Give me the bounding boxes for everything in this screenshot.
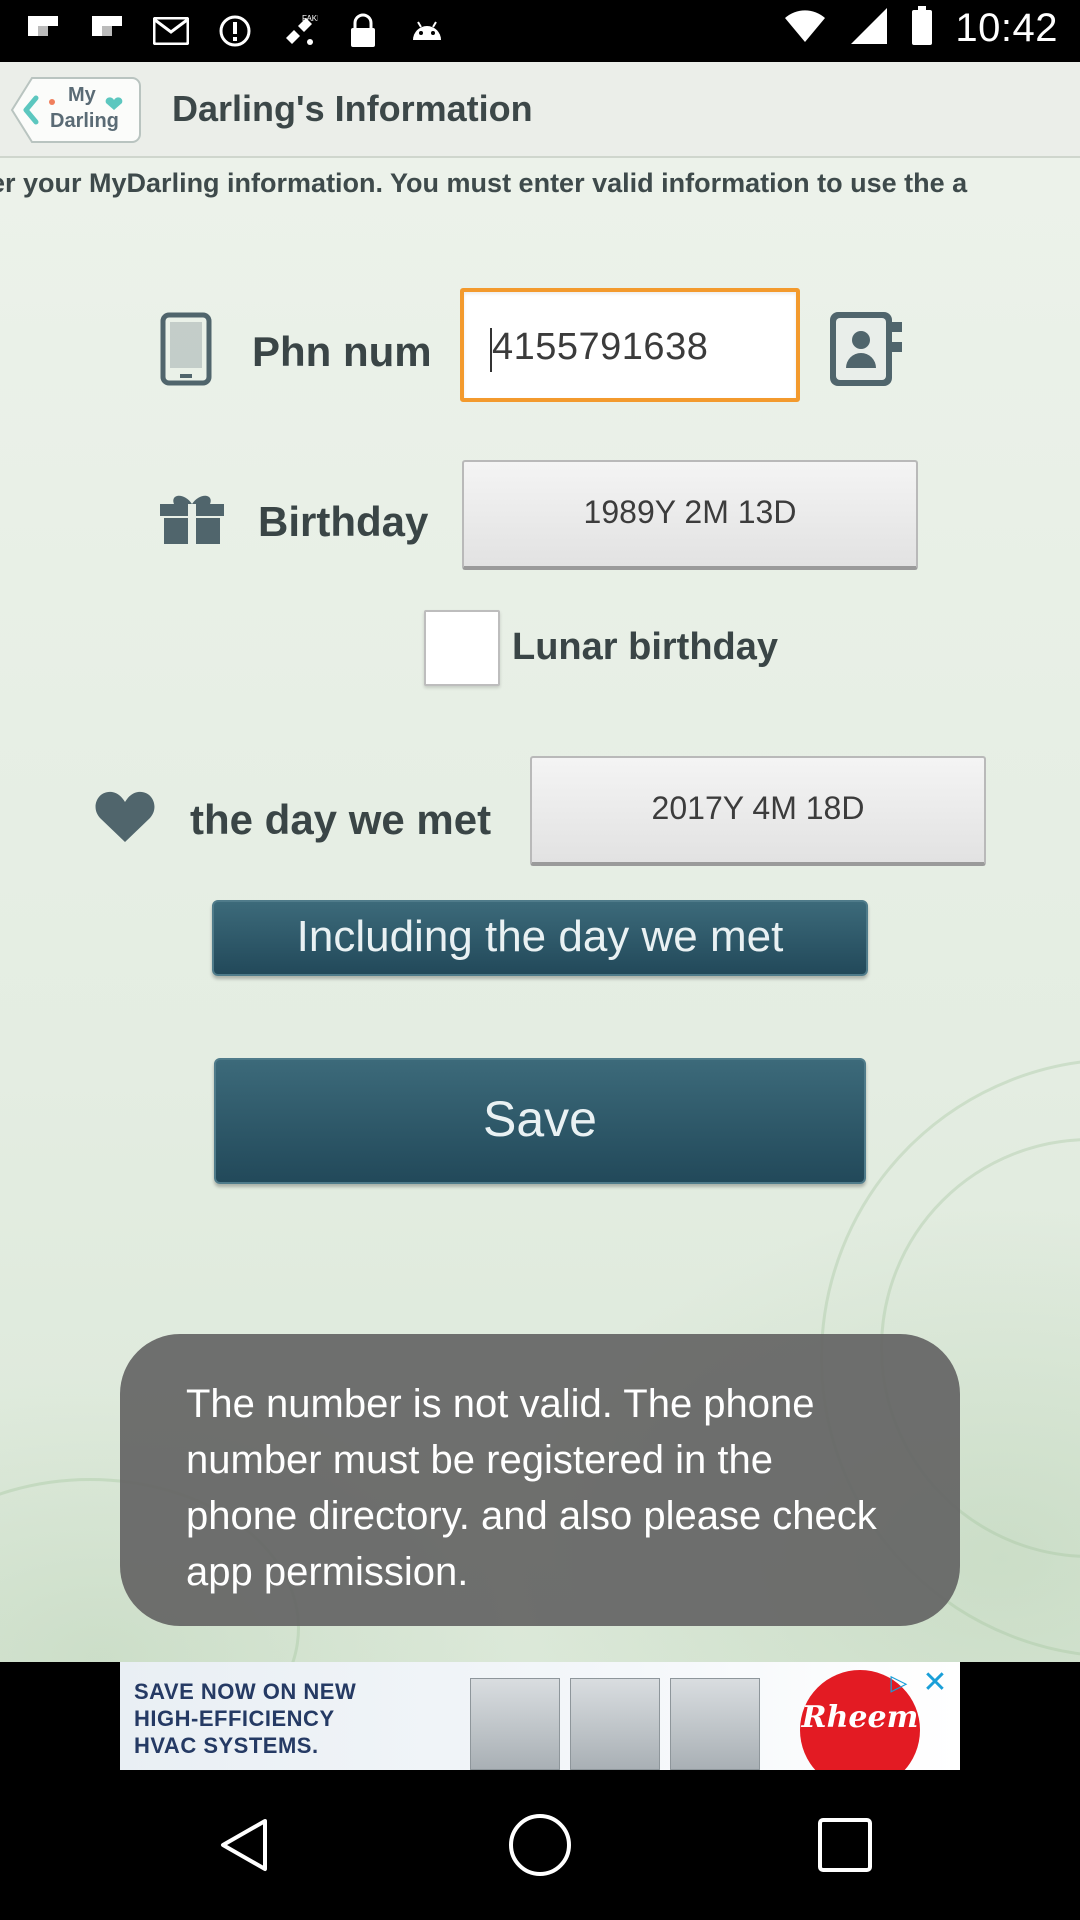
gift-icon <box>158 490 226 546</box>
fake-gps-icon: FAKE <box>280 12 318 50</box>
gmail-icon <box>152 12 190 50</box>
met-date-picker[interactable]: 2017Y 4M 18D <box>530 756 986 866</box>
phone-number-input[interactable]: 4155791638 <box>460 288 800 402</box>
met-label: the day we met <box>190 796 492 843</box>
toast-message: The number is not valid. The phone numbe… <box>186 1382 877 1594</box>
birthday-date-picker[interactable]: 1989Y 2M 13D <box>462 460 918 570</box>
back-label-line1: My <box>68 84 96 106</box>
back-button[interactable]: My Darling <box>10 74 142 146</box>
info-marquee: er your MyDarling information. You must … <box>0 168 968 198</box>
nav-home-button[interactable] <box>505 1810 575 1880</box>
battery-icon <box>911 6 933 51</box>
wifi-icon <box>783 8 827 49</box>
lunar-birthday-checkbox[interactable] <box>424 610 500 686</box>
android-icon <box>408 12 446 50</box>
hvac-unit <box>670 1678 760 1770</box>
ad-banner[interactable]: SAVE NOW ON NEW HIGH-EFFICIENCY HVAC SYS… <box>120 1662 960 1770</box>
ad-copy: SAVE NOW ON NEW HIGH-EFFICIENCY HVAC SYS… <box>134 1678 356 1759</box>
ad-line-1: SAVE NOW ON NEW <box>134 1679 357 1704</box>
back-label-line2: Darling <box>50 110 119 132</box>
flipboard-icon <box>88 12 126 50</box>
hvac-units-image <box>470 1678 760 1770</box>
ad-line-3: HVAC SYSTEMS. <box>134 1733 319 1758</box>
lock-icon <box>344 12 382 50</box>
app-header: My Darling Darling's Information <box>0 62 1080 158</box>
signal-icon <box>849 6 889 51</box>
page-title: Darling's Information <box>172 88 533 129</box>
contacts-button[interactable] <box>826 308 906 390</box>
contact-book-icon <box>830 312 902 386</box>
adchoices-icon[interactable]: ▷ <box>884 1668 914 1698</box>
alert-icon <box>216 12 254 50</box>
form-content: er your MyDarling information. You must … <box>0 158 1080 1662</box>
birthday-label: Birthday <box>258 498 429 545</box>
svg-text:FAKE: FAKE <box>302 14 318 23</box>
phone-label: Phn num <box>252 328 432 375</box>
error-toast: The number is not valid. The phone numbe… <box>120 1334 960 1626</box>
heart-icon <box>94 790 156 844</box>
flipboard-icon <box>24 12 62 50</box>
square-recents-icon <box>818 1818 872 1872</box>
navigation-bar <box>0 1770 1080 1920</box>
circle-home-icon <box>509 1814 571 1876</box>
close-icon[interactable]: ✕ <box>918 1666 952 1700</box>
hvac-unit <box>470 1678 560 1770</box>
phone-icon <box>160 312 212 386</box>
status-bar: FAKE 10:42 <box>0 0 1080 62</box>
save-button[interactable]: Save <box>214 1058 866 1184</box>
hvac-unit <box>570 1678 660 1770</box>
nav-recents-button[interactable] <box>810 1810 880 1880</box>
phone-number-value: 4155791638 <box>492 326 709 368</box>
ad-line-2: HIGH-EFFICIENCY <box>134 1706 335 1731</box>
nav-back-button[interactable] <box>210 1810 280 1880</box>
triangle-back-icon <box>221 1819 267 1871</box>
including-day-toggle-button[interactable]: Including the day we met <box>212 900 868 976</box>
lunar-birthday-label: Lunar birthday <box>512 626 779 668</box>
ad-banner-area: SAVE NOW ON NEW HIGH-EFFICIENCY HVAC SYS… <box>0 1662 1080 1770</box>
clock: 10:42 <box>955 6 1058 50</box>
